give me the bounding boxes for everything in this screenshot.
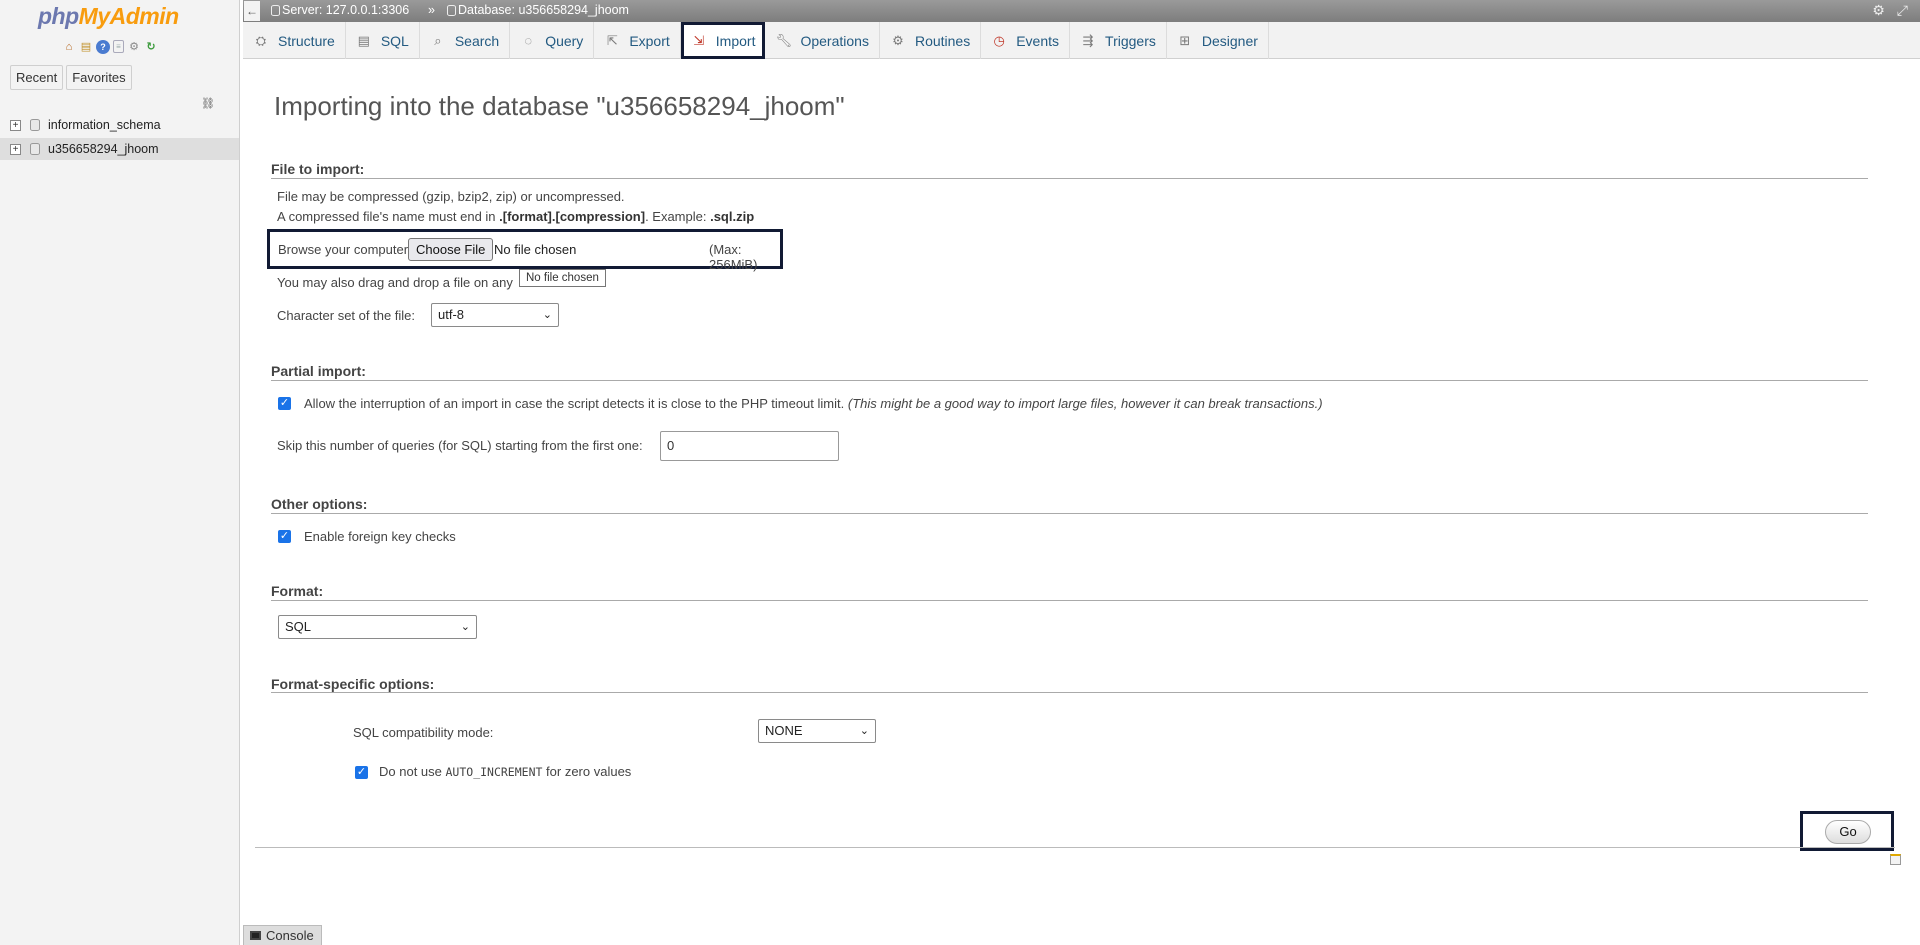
compression-format-info: A compressed file's name must end in .[f… [277,209,755,224]
database-icon [30,143,40,155]
skip-queries-input[interactable]: 0 [660,431,839,461]
clock-icon: ◷ [993,32,1005,48]
main-menu-tabs: ⛭ Structure ▤ SQL ⌕ Search ◌ Query ⇱ Exp… [243,22,1920,59]
search-icon: ⌕ [434,32,442,48]
format-select[interactable]: SQL ⌄ [278,615,477,639]
section-divider [271,692,1868,693]
reload-icon[interactable]: ↻ [144,40,158,54]
query-icon: ◌ [524,33,533,48]
auto-increment-checkbox[interactable]: ✓ [355,766,368,779]
breadcrumb: ← Server: 127.0.0.1:3306 » Database: u35… [243,0,1920,22]
maximize-icon[interactable]: ⤢ [1897,2,1908,19]
tab-query[interactable]: ◌ Query [510,22,595,59]
export-icon: ⇱ [606,32,618,48]
foreign-key-checkbox[interactable]: ✓ [278,530,291,543]
recent-button[interactable]: Recent [10,65,64,90]
section-divider [271,600,1868,601]
tab-operations[interactable]: 🔧︎ Operations [765,22,880,59]
chevron-down-icon: ⌄ [460,621,470,633]
tab-routines[interactable]: ⚙ Routines [880,22,982,59]
tab-search[interactable]: ⌕ Search [420,22,511,59]
database-icon[interactable]: ▤ [79,40,93,54]
designer-icon: ⊞ [1179,32,1191,48]
file-to-import-legend: File to import: [271,161,365,177]
import-icon: ⇲ [693,32,705,48]
allow-interrupt-label[interactable]: Allow the interruption of an import in c… [304,396,1323,411]
choose-file-button[interactable]: Choose File [408,238,494,261]
compression-info: File may be compressed (gzip, bzip2, zip… [277,189,625,204]
skip-queries-label: Skip this number of queries (for SQL) st… [277,438,643,453]
expand-icon[interactable]: + [10,119,21,131]
topbar-controls: ⚙ ⤢ [1872,2,1908,19]
sql-compat-select[interactable]: NONE ⌄ [758,719,876,743]
browse-label: Browse your computer: [278,242,412,257]
go-button-wrapper: Go [1800,811,1894,851]
server-icon [271,4,280,16]
structure-icon: ⛭ [255,32,267,48]
chevron-down-icon: ⌄ [859,725,869,737]
console-icon [250,931,261,940]
auto-increment-label[interactable]: Do not use AUTO_INCREMENT for zero value… [379,764,631,779]
navigation-panel: phpMyAdmin ⌂ ▤ ? ≡ ⚙ ↻ Recent Favorites … [0,0,240,945]
section-divider [271,380,1868,381]
section-divider [271,513,1868,514]
phpmyadmin-logo[interactable]: phpMyAdmin [38,3,179,30]
sql-compat-label: SQL compatibility mode: [353,725,494,740]
no-file-chosen-text: No file chosen [494,242,577,257]
database-tree-item[interactable]: + information_schema [0,114,239,136]
console-toggle[interactable]: Console [243,925,322,945]
chevron-down-icon: ⌄ [542,309,552,321]
settings-icon[interactable]: ⚙ [1872,2,1885,19]
section-divider [271,178,1868,179]
tab-designer[interactable]: ⊞ Designer [1167,22,1269,59]
database-icon [30,119,40,131]
database-name[interactable]: u356658294_jhoom [48,142,159,156]
tab-sql[interactable]: ▤ SQL [346,22,420,59]
wrench-icon: 🔧︎ [775,32,792,48]
tab-triggers[interactable]: ⇶ Triggers [1070,22,1167,59]
help-icon[interactable]: ? [96,40,110,54]
section-divider [255,847,1895,848]
file-browse-row: Browse your computer: Choose File No fil… [267,229,783,272]
nav-icon-bar: ⌂ ▤ ? ≡ ⚙ ↻ [62,40,158,54]
collapse-nav-arrow-icon[interactable]: ← [244,1,260,21]
settings-icon[interactable]: ⚙ [127,40,141,54]
allow-interrupt-checkbox[interactable]: ✓ [278,397,291,410]
partial-import-legend: Partial import: [271,363,366,379]
link-with-main-panel-icon[interactable]: ⛓ [201,97,215,110]
database-name[interactable]: information_schema [48,118,161,132]
documentation-icon[interactable]: ≡ [113,40,124,53]
breadcrumb-database[interactable]: Database: u356658294_jhoom [447,3,629,17]
database-tree-item[interactable]: + u356658294_jhoom [0,138,239,160]
nav-recent-favorites: Recent Favorites [10,65,132,90]
expand-icon[interactable]: + [10,143,21,155]
foreign-key-label[interactable]: Enable foreign key checks [304,529,456,544]
file-input-tooltip: No file chosen [519,269,606,287]
home-icon[interactable]: ⌂ [62,40,76,54]
page-title: Importing into the database "u356658294_… [274,91,845,121]
favorites-button[interactable]: Favorites [66,65,132,90]
charset-select[interactable]: utf-8 ⌄ [431,303,559,327]
go-button[interactable]: Go [1825,820,1871,844]
routines-icon: ⚙ [892,32,904,48]
max-upload-size: (Max: 256MiB) [709,242,758,272]
breadcrumb-server[interactable]: Server: 127.0.0.1:3306 [271,3,409,17]
format-specific-legend: Format-specific options: [271,676,435,692]
format-legend: Format: [271,583,324,599]
tab-import[interactable]: ⇲ Import [680,22,766,59]
breadcrumb-separator: » [428,3,435,17]
sql-icon: ▤ [357,32,370,48]
database-icon [447,4,456,16]
tab-export[interactable]: ⇱ Export [594,22,681,59]
tab-events[interactable]: ◷ Events [981,22,1071,59]
other-options-legend: Other options: [271,496,368,512]
triggers-icon: ⇶ [1082,32,1094,48]
charset-label: Character set of the file: [277,308,416,323]
drag-drop-hint: You may also drag and drop a file on any [277,275,513,290]
import-page: Importing into the database "u356658294_… [243,59,1920,945]
tab-structure[interactable]: ⛭ Structure [243,22,346,59]
page-corner-icon[interactable] [1890,854,1901,865]
